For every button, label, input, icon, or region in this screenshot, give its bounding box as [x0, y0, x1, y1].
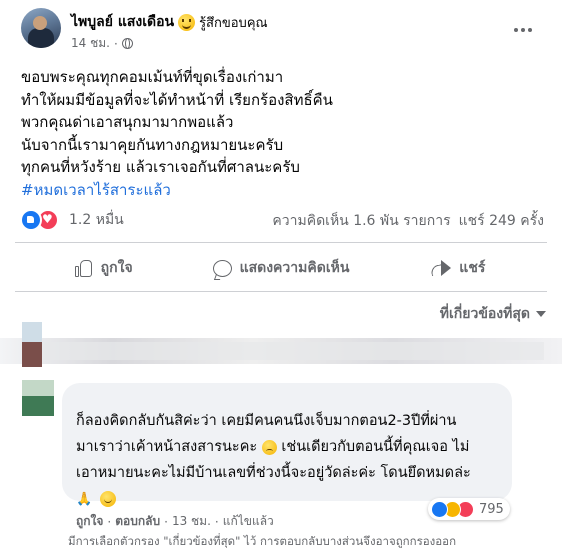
comment-icon: [212, 259, 232, 277]
comment-reactions[interactable]: 795: [428, 498, 510, 520]
comment-actions: ถูกใจ · ตอบกลับ · 13 ชม. · แก้ไขแล้ว: [76, 512, 274, 531]
comment-line: เช่นเดียวกับตอนนี้ที่คุณเจอ ไม่: [281, 439, 470, 455]
post-stats: ความคิดเห็น 1.6 พัน รายการ แชร์ 249 ครั้…: [272, 210, 544, 232]
globe-icon[interactable]: [121, 38, 133, 49]
reaction-count[interactable]: 1.2 หมื่น: [69, 209, 124, 231]
post-time[interactable]: 14 ชม.: [71, 34, 110, 53]
commenter-avatar[interactable]: [22, 380, 54, 416]
hashtag-link[interactable]: #หมดเวลาไร้สาระแล้ว: [21, 179, 541, 202]
more-options-button[interactable]: [508, 20, 538, 40]
comment-button[interactable]: แสดงความคิดเห็น: [192, 249, 369, 287]
post-line: นับจากนี้เรามาคุยกันทางกฎหมายนะครับ: [21, 135, 284, 154]
post-header: ไพบูลย์ แสงเดือน รู้สึกขอบคุณ: [71, 11, 268, 33]
comment-like-link[interactable]: ถูกใจ: [76, 512, 103, 531]
comment-line: มาเราว่าเค้าหน้าสงสารนะคะ: [76, 439, 258, 455]
feeling-text: รู้สึกขอบคุณ: [199, 15, 268, 31]
comment-line: เอาหมายนะคะไม่มีบ้านเลขที่ช่วงนี้จะอยู่ว…: [76, 465, 471, 481]
smiley-emoji-icon: [178, 13, 196, 31]
author-avatar[interactable]: [21, 8, 61, 48]
like-label: ถูกใจ: [100, 260, 133, 276]
pray-emoji-icon: 🙏: [76, 492, 93, 507]
filter-footnote: มีการเลือกตัวกรอง "เกี่ยวข้องที่สุด" ไว้…: [68, 534, 457, 548]
comment-time[interactable]: 13 ชม.: [172, 512, 211, 531]
post-card: ไพบูลย์ แสงเดือน รู้สึกขอบคุณ 14 ชม. · ข…: [0, 0, 562, 553]
share-button[interactable]: แชร์: [370, 249, 547, 287]
reaction-summary[interactable]: 1.2 หมื่น: [20, 209, 124, 231]
comment-reaction-count: 795: [479, 501, 504, 517]
author-name[interactable]: ไพบูลย์ แสงเดือน: [71, 11, 174, 33]
divider: [15, 242, 547, 243]
comment-edited[interactable]: แก้ไขแล้ว: [223, 512, 274, 531]
comment-label: แสดงความคิดเห็น: [239, 260, 350, 276]
post-actions: ถูกใจ แสดงความคิดเห็น แชร์: [15, 249, 547, 287]
post-line: ทำให้ผมมีข้อมูลที่จะได้ทำหน้าที่ เรียกร้…: [21, 90, 333, 109]
caret-down-icon: [536, 311, 546, 317]
like-button[interactable]: ถูกใจ: [15, 249, 192, 287]
like-reaction-icon: [20, 209, 42, 231]
post-line: ทุกคนที่หวังร้าย แล้วเราเจอกันที่ศาลนะคร…: [21, 158, 300, 176]
post-line: ขอบพระคุณทุกคอมเม้นท์ที่ขุดเรื่องเก่ามา: [21, 68, 284, 86]
comment-reply-link[interactable]: ตอบกลับ: [115, 512, 160, 531]
blurred-comment: [0, 322, 562, 367]
comment-line: ก็ลองคิดกลับกันสิค่ะว่า เคยมีคนคนนึงเจ็บ…: [76, 413, 457, 429]
smile-emoji-icon: [100, 491, 117, 507]
like-reaction-icon: [431, 500, 448, 518]
share-label: แชร์: [459, 260, 486, 276]
share-icon: [431, 260, 452, 276]
more-icon: [514, 28, 518, 32]
sad-emoji-icon: [261, 439, 277, 455]
post-meta: 14 ชม. ·: [71, 34, 133, 53]
post-body: ขอบพระคุณทุกคอมเม้นท์ที่ขุดเรื่องเก่ามา …: [21, 66, 541, 201]
divider: [15, 291, 547, 292]
post-line: พวกคุณด่าเอาสนุกมามากพอแล้ว: [21, 113, 234, 131]
comments-count[interactable]: ความคิดเห็น 1.6 พัน รายการ: [272, 210, 450, 232]
shares-count[interactable]: แชร์ 249 ครั้ง: [459, 210, 544, 232]
comment-text: ก็ลองคิดกลับกันสิค่ะว่า เคยมีคนคนนึงเจ็บ…: [76, 408, 471, 513]
like-icon: [74, 259, 93, 277]
